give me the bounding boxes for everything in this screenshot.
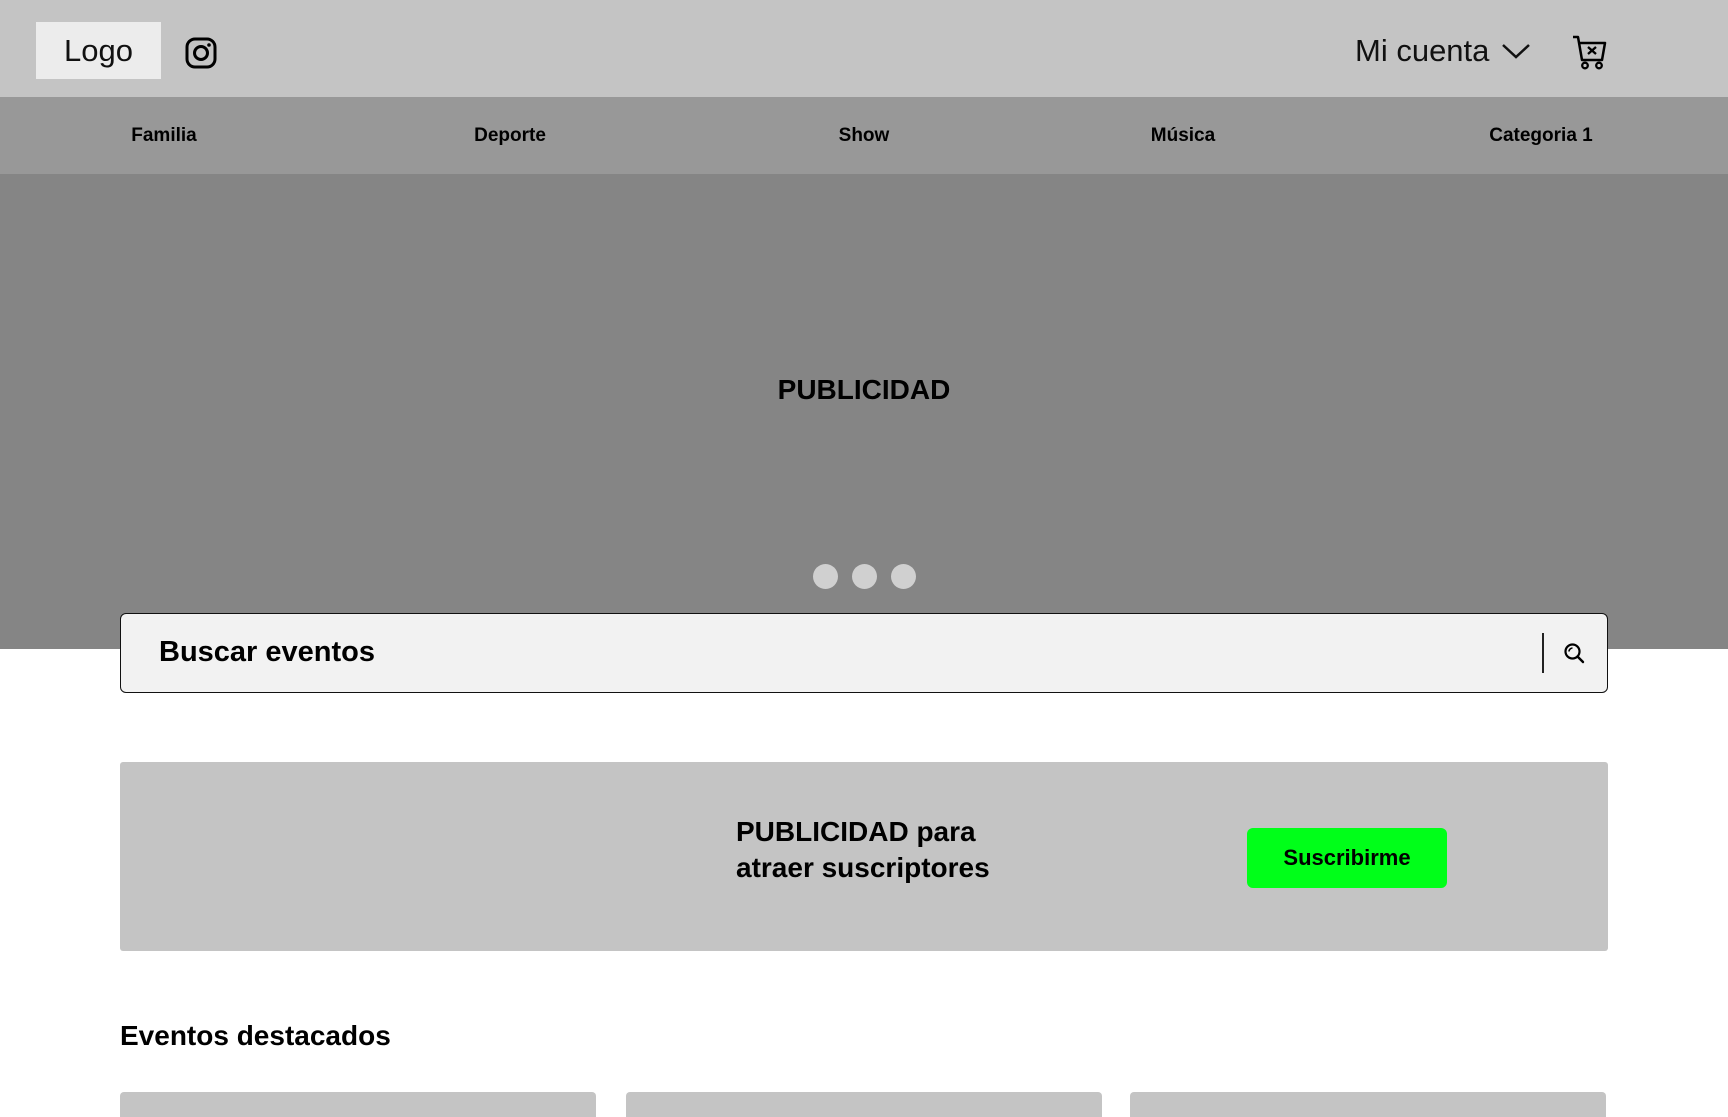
event-card[interactable] [1130, 1092, 1606, 1117]
nav-item-categoria-1[interactable]: Categoria 1 [1466, 97, 1616, 174]
hero-carousel: PUBLICIDAD [0, 174, 1728, 649]
logo-label: Logo [64, 32, 133, 68]
subscribe-banner: PUBLICIDAD para atraer suscriptores Susc… [120, 762, 1608, 951]
search-icon[interactable] [1559, 638, 1589, 668]
event-card[interactable] [120, 1092, 596, 1117]
event-card[interactable] [626, 1092, 1102, 1117]
banner-text-line-2: atraer suscriptores [736, 852, 990, 883]
carousel-dot[interactable] [851, 564, 877, 589]
carousel-dot[interactable] [890, 564, 916, 589]
nav-item-familia[interactable]: Familia [104, 97, 224, 174]
carousel-indicators [0, 564, 1728, 589]
banner-text-line-1: PUBLICIDAD para [736, 816, 976, 847]
chevron-down-icon [1502, 44, 1531, 59]
nav-item-deporte[interactable]: Deporte [450, 97, 570, 174]
page: Logo Mi cuenta Familia Deporte Show Músi… [0, 0, 1728, 1117]
hero-ad-title: PUBLICIDAD [777, 374, 951, 405]
logo[interactable]: Logo [36, 22, 161, 79]
search-bar [120, 613, 1608, 693]
top-bar: Logo Mi cuenta [0, 0, 1728, 97]
account-label: Mi cuenta [1355, 33, 1490, 68]
instagram-icon[interactable] [184, 36, 218, 70]
nav-item-show[interactable]: Show [804, 97, 924, 174]
cart-icon[interactable] [1572, 34, 1608, 70]
banner-text: PUBLICIDAD para atraer suscriptores [736, 814, 1056, 886]
subscribe-button[interactable]: Suscribirme [1247, 828, 1447, 888]
search-divider [1542, 633, 1544, 673]
carousel-dot[interactable] [812, 564, 838, 589]
search-input[interactable] [159, 614, 1509, 691]
category-nav: Familia Deporte Show Música Categoria 1 [0, 97, 1728, 174]
account-menu[interactable]: Mi cuenta [1355, 30, 1531, 72]
nav-item-musica[interactable]: Música [1123, 97, 1243, 174]
section-title: Eventos destacados [120, 1020, 391, 1051]
